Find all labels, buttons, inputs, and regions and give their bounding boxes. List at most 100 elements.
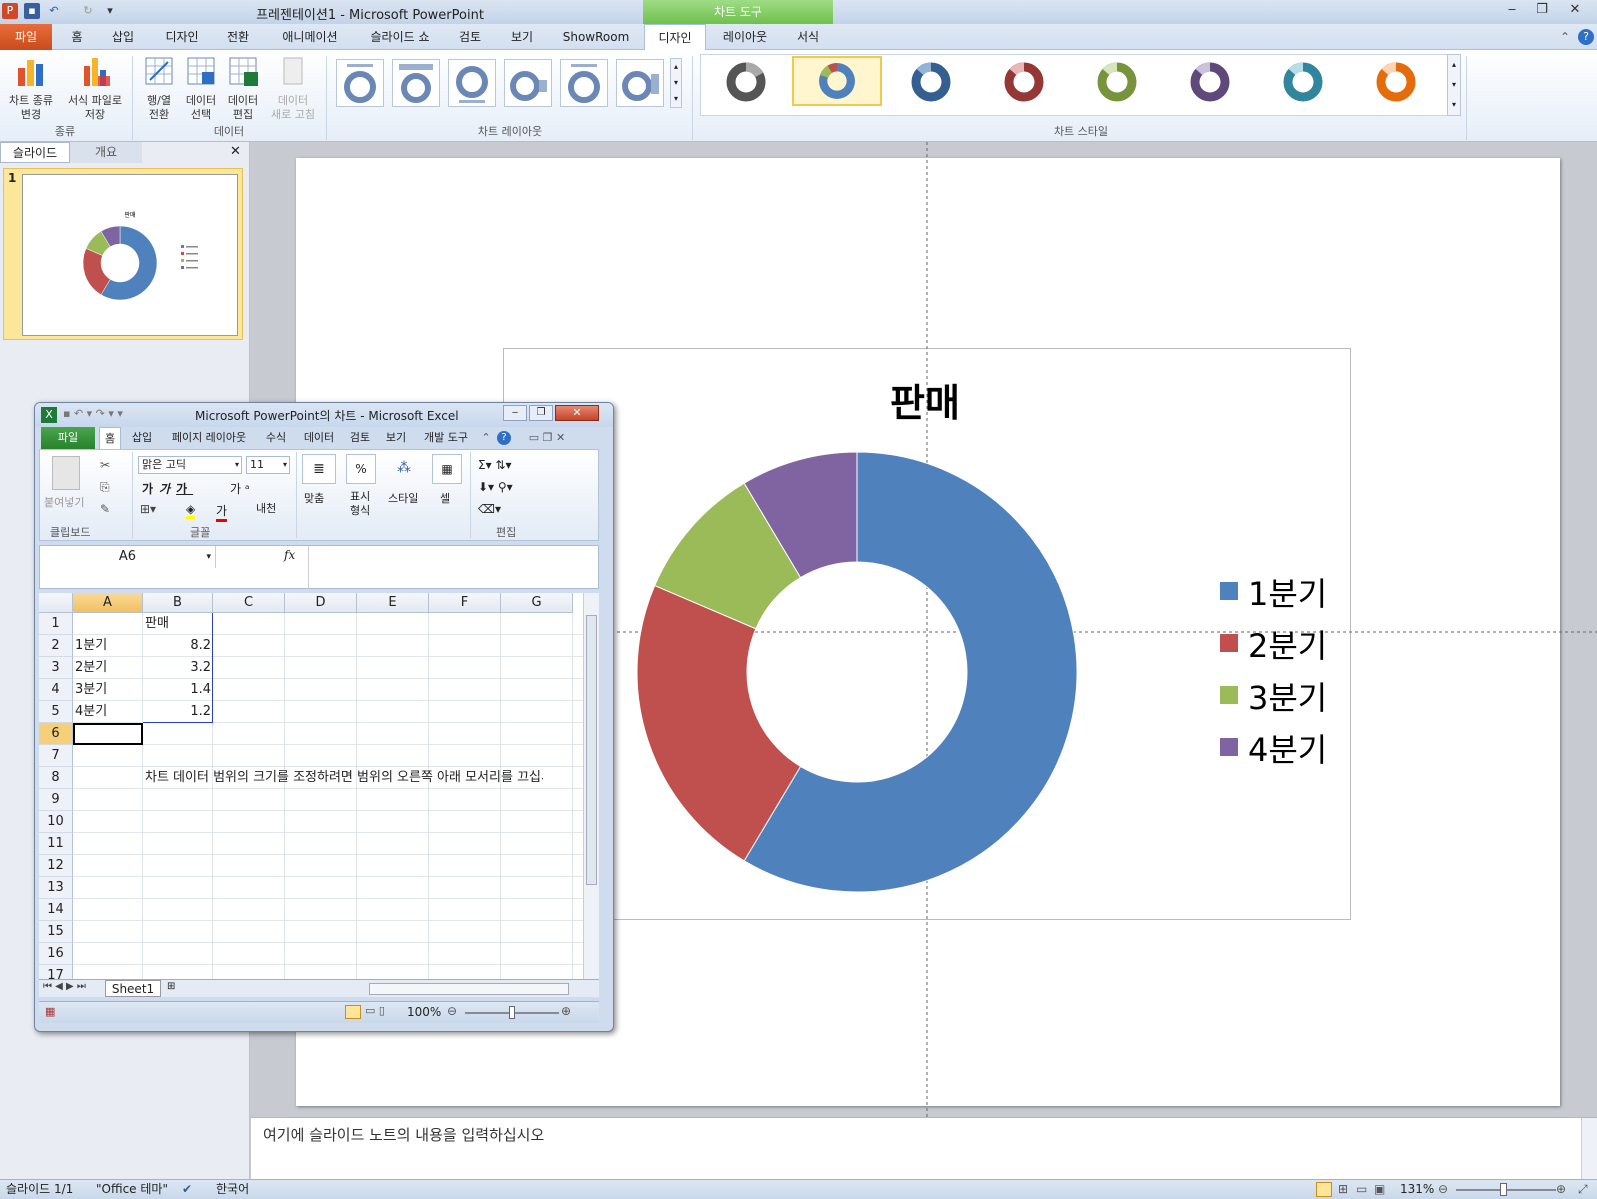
excel-tab-data[interactable]: 데이터 xyxy=(299,427,339,449)
phonetic-icon[interactable]: 내천 xyxy=(256,500,276,516)
vertical-scroll-thumb[interactable] xyxy=(586,615,597,885)
zoom-out-icon[interactable]: ⊖ xyxy=(1438,1180,1448,1199)
excel-tab-developer[interactable]: 개발 도구 xyxy=(417,427,475,449)
notes-pane[interactable]: 여기에 슬라이드 노트의 내용을 입력하십시오 xyxy=(251,1117,1597,1180)
slideshow-view-icon[interactable]: ▣ xyxy=(1374,1180,1385,1199)
clipboard-small-icons[interactable]: ✂ ⎘ ✎ xyxy=(100,454,110,520)
border-icon[interactable]: ⊞▾ xyxy=(140,502,156,516)
spellcheck-icon[interactable]: ✔ xyxy=(182,1180,192,1199)
column-header-G[interactable]: G xyxy=(501,593,573,613)
cells-icon[interactable]: ▦ xyxy=(432,454,462,484)
row-header-15[interactable]: 15 xyxy=(39,921,73,943)
fill-color-icon[interactable]: ◈ xyxy=(186,502,196,519)
column-header-A[interactable]: A xyxy=(73,593,143,613)
column-header-E[interactable]: E xyxy=(357,593,429,613)
active-cell-a6[interactable] xyxy=(73,723,143,745)
language-indicator[interactable]: 한국어 xyxy=(216,1180,249,1199)
excel-tab-insert[interactable]: 삽입 xyxy=(127,427,157,449)
row-header-17[interactable]: 17 xyxy=(39,965,73,979)
worksheet-grid[interactable]: A B C D E F G 1 2 3 4 5 6 7 8 9 10 11 12 13 14 15 16 17 판매 1분기 8.2… xyxy=(39,593,583,979)
column-header-F[interactable]: F xyxy=(429,593,501,613)
normal-view-icon[interactable] xyxy=(1316,1182,1332,1197)
font-size-select[interactable]: 11 ▾ xyxy=(246,456,290,474)
font-grow-shrink-buttons[interactable]: 가 ᵃ xyxy=(230,480,250,497)
slide-sorter-icon[interactable]: ⊞ xyxy=(1338,1180,1348,1199)
excel-normal-view-icon[interactable] xyxy=(345,1005,361,1019)
formula-input[interactable] xyxy=(312,546,584,590)
styles-button[interactable]: 스타일 xyxy=(388,490,418,506)
zoom-slider-thumb[interactable] xyxy=(1500,1183,1507,1196)
row-header-1[interactable]: 1 xyxy=(39,613,73,635)
vertical-scrollbar[interactable] xyxy=(583,593,599,979)
column-header-D[interactable]: D xyxy=(285,593,357,613)
excel-minimize-icon[interactable]: ‒ xyxy=(503,405,527,421)
excel-tab-home[interactable]: 홈 xyxy=(99,427,121,449)
row-header-8[interactable]: 8 xyxy=(39,767,73,789)
font-color-icon[interactable]: 가 xyxy=(216,502,228,522)
fit-to-window-icon[interactable]: ⤢ xyxy=(1578,1180,1588,1199)
number-format-icon[interactable]: % xyxy=(346,454,376,484)
cell-a4[interactable]: 3분기 xyxy=(73,679,143,701)
excel-zoom-in-icon[interactable]: ⊕ xyxy=(561,1004,571,1018)
excel-tab-formulas[interactable]: 수식 xyxy=(261,427,291,449)
excel-tab-page-layout[interactable]: 페이지 레이아웃 xyxy=(163,427,255,449)
excel-help-icon[interactable]: ? xyxy=(497,431,511,445)
notes-scrollbar[interactable] xyxy=(1581,1118,1597,1180)
excel-workbook-controls[interactable]: ▭ ❐ ✕ xyxy=(517,427,577,449)
row-header-3[interactable]: 3 xyxy=(39,657,73,679)
reading-view-icon[interactable]: ▭ xyxy=(1356,1180,1367,1199)
row-header-2[interactable]: 2 xyxy=(39,635,73,657)
excel-zoom-out-icon[interactable]: ⊖ xyxy=(447,1004,457,1018)
excel-window[interactable]: X ▪ ↶ ▾ ↷ ▾ ▾ Microsoft PowerPoint의 차트 -… xyxy=(34,402,614,1032)
cells-button[interactable]: 셀 xyxy=(440,490,450,506)
excel-ribbon-minimize-icon[interactable]: ⌃ xyxy=(479,427,493,449)
excel-tab-review[interactable]: 검토 xyxy=(345,427,375,449)
excel-close-icon[interactable]: ✕ xyxy=(555,405,599,421)
number-format-button[interactable]: 표시 형식 xyxy=(350,490,370,518)
row-header-10[interactable]: 10 xyxy=(39,811,73,833)
zoom-in-icon[interactable]: ⊕ xyxy=(1556,1180,1566,1199)
font-name-select[interactable]: 맑은 고딕 ▾ xyxy=(138,456,242,474)
sheet-nav-icons[interactable]: ⏮ ◀ ▶ ⏭ xyxy=(43,981,86,992)
macro-record-icon[interactable]: ▦ xyxy=(45,1005,55,1018)
excel-zoom-level[interactable]: 100% xyxy=(407,1005,441,1019)
excel-quick-access-icons[interactable]: ▪ ↶ ▾ ↷ ▾ ▾ xyxy=(63,407,123,420)
insert-sheet-icon[interactable]: ⊞ xyxy=(167,981,175,992)
chart-data-range-outline[interactable] xyxy=(143,613,213,723)
editing-icons[interactable]: Σ▾ ⇅▾ ⬇▾ ⚲▾ ⌫▾ xyxy=(478,454,513,520)
column-header-B[interactable]: B xyxy=(143,593,213,613)
chart-legend[interactable]: 1분기 2분기 3분기 4분기 xyxy=(1220,575,1327,769)
chart-title[interactable]: 판매 xyxy=(890,381,960,425)
excel-zoom-slider-thumb[interactable] xyxy=(509,1006,515,1019)
align-icon[interactable]: ≣ xyxy=(302,454,336,484)
row-header-12[interactable]: 12 xyxy=(39,855,73,877)
donut-chart[interactable] xyxy=(636,451,1078,893)
select-all-corner[interactable] xyxy=(39,593,73,613)
row-header-9[interactable]: 9 xyxy=(39,789,73,811)
cell-a3[interactable]: 2분기 xyxy=(73,657,143,679)
excel-tab-file[interactable]: 파일 xyxy=(41,427,95,449)
align-button[interactable]: 맞춤 xyxy=(304,490,324,506)
cell-a2[interactable]: 1분기 xyxy=(73,635,143,657)
cell-b8-note[interactable]: 차트 데이터 범위의 크기를 조정하려면 범위의 오른쪽 아래 모서리를 끄십시… xyxy=(143,767,543,789)
excel-layout-view-icons[interactable]: ▭ ▯ xyxy=(365,1004,385,1017)
styles-icon[interactable]: ⁂ xyxy=(388,454,420,484)
row-header-13[interactable]: 13 xyxy=(39,877,73,899)
row-header-7[interactable]: 7 xyxy=(39,745,73,767)
excel-restore-icon[interactable]: ❐ xyxy=(529,405,553,421)
cell-a5[interactable]: 4분기 xyxy=(73,701,143,723)
row-header-5[interactable]: 5 xyxy=(39,701,73,723)
row-header-6[interactable]: 6 xyxy=(39,723,73,745)
row-header-4[interactable]: 4 xyxy=(39,679,73,701)
font-style-buttons[interactable]: 가가가 xyxy=(142,480,193,497)
paste-button[interactable]: 붙여넣기 xyxy=(44,494,84,510)
insert-function-button[interactable]: fx xyxy=(284,548,295,562)
zoom-level[interactable]: 131% xyxy=(1400,1180,1434,1199)
sheet-tab[interactable]: Sheet1 xyxy=(105,980,161,997)
name-box[interactable]: A6 ▾ xyxy=(40,546,216,568)
row-header-11[interactable]: 11 xyxy=(39,833,73,855)
paste-icon[interactable] xyxy=(52,456,80,490)
excel-tab-view[interactable]: 보기 xyxy=(381,427,411,449)
row-header-16[interactable]: 16 xyxy=(39,943,73,965)
row-header-14[interactable]: 14 xyxy=(39,899,73,921)
